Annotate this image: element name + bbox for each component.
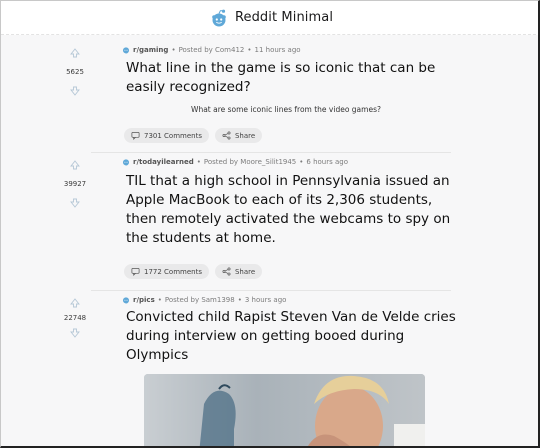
comments-button[interactable]: 1772 Comments [124,264,209,279]
subreddit-icon [122,47,130,54]
subreddit-icon [122,297,130,304]
subreddit-icon [122,159,130,166]
app-header: Reddit Minimal [1,1,538,35]
reddit-logo-icon [212,9,226,26]
post-photo [144,374,425,446]
comments-button[interactable]: 7301 Comments [124,128,209,143]
subreddit-link[interactable]: r/todayilearned [133,158,194,166]
post-title[interactable]: Convicted child Rapist Steven Van de Vel… [126,308,456,365]
post-author[interactable]: Posted by Com412 [179,46,245,54]
post-title[interactable]: TIL that a high school in Pennsylvania i… [126,172,456,248]
post-meta: r/gaming • Posted by Com412 • 11 hours a… [122,46,451,54]
upvote-arrow-icon[interactable] [70,298,80,308]
post-author[interactable]: Posted by Sam1398 [165,296,235,304]
post-time: 11 hours ago [254,46,301,54]
post-time: 6 hours ago [306,158,349,166]
post-meta: r/pics • Posted by Sam1398 • 3 hours ago [122,296,451,304]
share-icon [222,131,231,140]
post-divider [91,290,451,291]
subreddit-link[interactable]: r/gaming [133,46,168,54]
downvote-arrow-icon[interactable] [70,198,80,208]
share-button[interactable]: Share [214,264,263,279]
share-icon [222,267,231,276]
comment-icon [131,131,140,140]
post-time: 3 hours ago [244,296,287,304]
post-selftext: What are some iconic lines from the vide… [191,105,381,114]
post-actions: 1772 Comments Share [124,264,451,279]
post-meta: r/todayilearned • Posted by Moore_Silit1… [122,158,451,166]
post-author[interactable]: Posted by Moore_Silit1945 [204,158,296,166]
downvote-arrow-icon[interactable] [70,328,80,338]
post-image[interactable] [144,374,425,446]
vote-column: 39927 [63,160,87,208]
vote-column: 5625 [63,48,87,96]
upvote-arrow-icon[interactable] [70,48,80,58]
post-card[interactable]: 5625 r/gaming • Posted by Com412 • 11 ho… [66,46,451,143]
post-divider [91,152,451,153]
subreddit-link[interactable]: r/pics [133,296,155,304]
post-card[interactable]: 39927 r/todayilearned • Posted by Moore_… [64,158,451,279]
upvote-arrow-icon[interactable] [70,160,80,170]
downvote-arrow-icon[interactable] [70,86,80,96]
post-score: 22748 [63,314,87,322]
post-actions: 7301 Comments Share [124,128,451,143]
post-score: 5625 [66,68,84,76]
share-button[interactable]: Share [214,128,263,143]
post-title[interactable]: What line in the game is so iconic that … [126,59,456,97]
app-window: Reddit Minimal 5625 r/gaming • Posted by… [0,0,540,448]
post-score: 39927 [63,180,87,188]
post-card[interactable]: 22748 r/pics • Posted by Sam1398 • 3 hou… [64,296,456,365]
app-title: Reddit Minimal [234,10,334,25]
vote-column: 22748 [63,298,87,338]
comment-icon [131,267,140,276]
